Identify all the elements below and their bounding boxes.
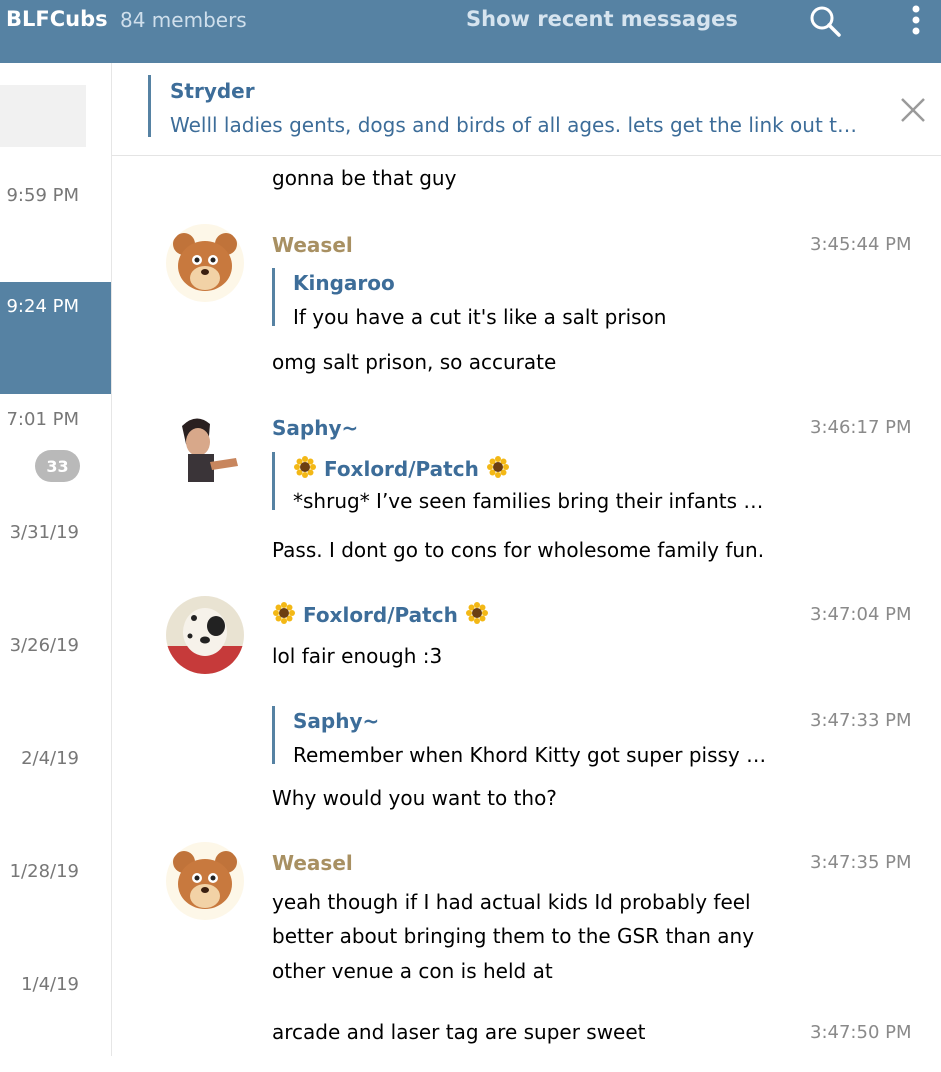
more-vertical-icon[interactable]: [906, 3, 926, 39]
message-time: 3:47:35 PM: [810, 852, 912, 873]
avatar-foxlord[interactable]: [166, 596, 244, 674]
chat-time: 1/4/19: [21, 974, 79, 995]
message-text: arcade and laser tag are super sweet: [272, 1020, 646, 1044]
sunflower-icon: [486, 456, 509, 478]
chat-list-item[interactable]: 9:59 PM: [0, 171, 111, 283]
pinned-accent-bar: [148, 75, 151, 137]
chat-list-item[interactable]: 3/26/19: [0, 621, 111, 733]
chat-time: 3/26/19: [9, 635, 79, 656]
pinned-message[interactable]: Stryder Welll ladies gents, dogs and bir…: [112, 63, 941, 156]
message-text: lol fair enough :3: [272, 644, 443, 668]
chat-list-sidebar: 9:59 PM 9:24 PM 7:01 PM 33 3/31/19 3/26/…: [0, 63, 112, 1056]
reply-text: Remember when Khord Kitty got super piss…: [293, 743, 767, 767]
chat-list-item[interactable]: 3/31/19: [0, 508, 111, 620]
message-time: 3:47:50 PM: [810, 1022, 912, 1043]
chat-header: BLFCubs 84 members Show recent messages: [0, 0, 941, 63]
message-text-line: better about bringing them to the GSR th…: [272, 924, 755, 948]
message-text-line: other venue a con is held at: [272, 959, 553, 983]
message-author[interactable]: Weasel: [272, 851, 353, 875]
reply-accent-bar: [272, 452, 275, 510]
message-time: 3:45:44 PM: [810, 234, 912, 255]
chat-time: 9:24 PM: [6, 296, 79, 317]
message-time: 3:47:04 PM: [810, 604, 912, 625]
reply-text: *shrug* I’ve seen families bring their i…: [293, 489, 764, 513]
chat-list-item-active[interactable]: 9:24 PM: [0, 282, 111, 394]
reply-accent-bar: [272, 268, 275, 326]
pinned-text: Welll ladies gents, dogs and birds of al…: [170, 113, 858, 137]
chat-time: 3/31/19: [9, 522, 79, 543]
pinned-author: Stryder: [170, 79, 255, 103]
chat-search-box[interactable]: [0, 85, 86, 147]
sunflower-icon: [273, 602, 295, 624]
message-text-line: yeah though if I had actual kids Id prob…: [272, 890, 751, 914]
chat-time: 9:59 PM: [6, 185, 79, 206]
reply-author: Kingaroo: [293, 271, 395, 295]
weasel-avatar-icon: [166, 224, 244, 302]
chat-time: 1/28/19: [9, 861, 79, 882]
message-author[interactable]: Saphy~: [272, 416, 358, 440]
avatar-saphy[interactable]: [166, 408, 244, 486]
chat-list-item[interactable]: 1/28/19: [0, 847, 111, 959]
avatar-weasel[interactable]: [166, 224, 244, 302]
chat-list-item[interactable]: 7:01 PM 33: [0, 395, 111, 507]
close-icon[interactable]: [898, 95, 928, 125]
chat-title[interactable]: BLFCubs: [6, 7, 108, 31]
chat-time: 2/4/19: [21, 748, 79, 769]
reply-author-line: Foxlord/Patch: [293, 455, 510, 481]
message-text: omg salt prison, so accurate: [272, 350, 557, 374]
avatar-weasel[interactable]: [166, 842, 244, 920]
chat-list-item[interactable]: 2/4/19: [0, 734, 111, 846]
chat-time: 7:01 PM: [6, 409, 79, 430]
sunflower-icon: [465, 602, 488, 624]
foxlord-avatar-icon: [166, 596, 244, 674]
message-time: 3:47:33 PM: [810, 710, 912, 731]
reply-author: Foxlord/Patch: [323, 457, 479, 481]
unread-badge: 33: [35, 450, 80, 482]
chat-list-item[interactable]: 1/4/19: [0, 960, 111, 1072]
message-text: Why would you want to tho?: [272, 786, 557, 810]
weasel-avatar-icon: [166, 842, 244, 920]
message-text: Pass. I dont go to cons for wholesome fa…: [272, 538, 765, 562]
message-author[interactable]: Weasel: [272, 233, 353, 257]
message-time: 3:46:17 PM: [810, 417, 912, 438]
message-text: gonna be that guy: [272, 166, 457, 190]
search-icon[interactable]: [808, 4, 842, 38]
reply-accent-bar: [272, 706, 275, 764]
member-count[interactable]: 84 members: [120, 8, 247, 32]
reply-author: Saphy~: [293, 709, 380, 733]
sunflower-icon: [294, 456, 316, 478]
show-recent-messages-button[interactable]: Show recent messages: [466, 7, 738, 31]
message-author-line[interactable]: Foxlord/Patch: [272, 601, 489, 627]
saphy-avatar-icon: [166, 408, 244, 486]
message-history: gonna be that guy Weasel 3:45:44 PM King…: [112, 156, 941, 1056]
reply-text: If you have a cut it's like a salt priso…: [293, 305, 667, 329]
message-author: Foxlord/Patch: [302, 603, 458, 627]
